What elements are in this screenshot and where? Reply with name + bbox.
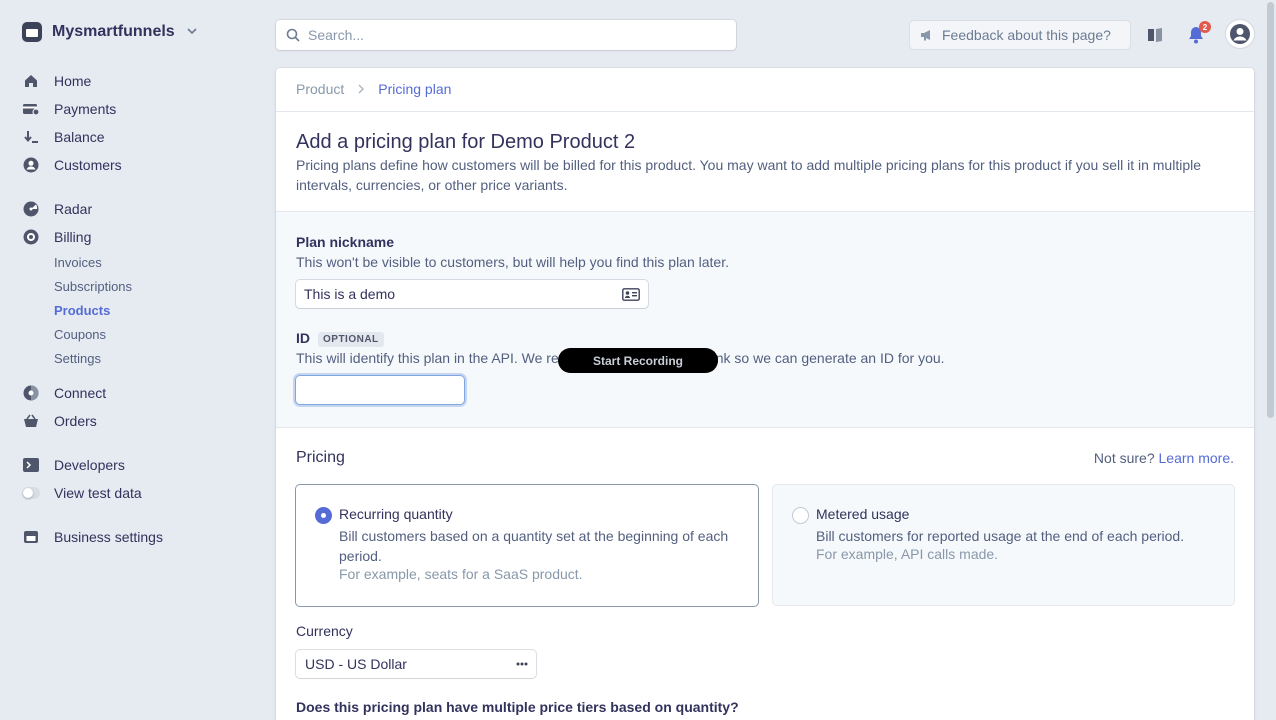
sidebar-item-label: Connect	[54, 385, 107, 401]
pricing-heading: Pricing	[296, 449, 345, 466]
sidebar-item-label: Orders	[54, 413, 97, 429]
user-avatar-icon[interactable]	[1226, 20, 1254, 48]
id-help-start: This will identify this plan in the API.…	[296, 350, 559, 366]
nickname-field[interactable]	[296, 280, 648, 308]
currency-value: USD - US Dollar	[305, 656, 407, 672]
test-data-toggle[interactable]: View test data	[22, 483, 142, 503]
sidebar-item-label: Billing	[54, 229, 92, 245]
nickname-help: This won't be visible to customers, but …	[296, 254, 729, 270]
store-icon	[22, 528, 40, 546]
tiers-question: Does this pricing plan have multiple pri…	[296, 699, 739, 715]
billing-icon	[22, 228, 40, 246]
sidebar-item-home[interactable]: Home	[22, 71, 91, 91]
option-title: Recurring quantity	[339, 506, 453, 522]
breadcrumb-pricing-plan[interactable]: Pricing plan	[378, 81, 451, 97]
sidebar-item-payments[interactable]: Payments	[22, 99, 116, 119]
feedback-label: Feedback about this page?	[942, 27, 1111, 43]
chevron-right-icon	[358, 81, 365, 97]
option-description: Bill customers based on a quantity set a…	[339, 528, 729, 564]
sidebar-subitem-products[interactable]: Products	[54, 302, 110, 320]
ellipsis-icon	[516, 662, 528, 666]
contact-card-icon	[622, 287, 640, 301]
sidebar-item-label: View test data	[54, 485, 142, 501]
sidebar-item-billing[interactable]: Billing	[22, 227, 91, 247]
notification-badge: 2	[1199, 21, 1211, 33]
feedback-button[interactable]: Feedback about this page?	[910, 21, 1130, 49]
account-name: Mysmartfunnels	[52, 23, 175, 40]
metered-usage-option[interactable]: Metered usage Bill customers for reporte…	[773, 485, 1234, 605]
toggle-switch[interactable]	[22, 484, 40, 502]
sidebar-item-label: Business settings	[54, 529, 163, 545]
payments-icon	[22, 100, 40, 118]
main-panel: Product Pricing plan Add a pricing plan …	[276, 68, 1254, 720]
notifications-bell-icon[interactable]: 2	[1185, 21, 1211, 46]
start-recording-label: Start Recording	[592, 353, 683, 368]
sidebar-subitem-invoices[interactable]: Invoices	[54, 254, 102, 272]
sidebar-item-orders[interactable]: Orders	[22, 411, 97, 431]
divider	[276, 427, 1254, 428]
nickname-label: Plan nickname	[296, 234, 395, 250]
sidebar-item-label: Home	[54, 73, 92, 89]
learn-more-link[interactable]: Learn more.	[1159, 450, 1234, 466]
divider	[276, 111, 1254, 112]
nickname-input[interactable]	[304, 286, 622, 302]
start-recording-button[interactable]: Start Recording	[558, 348, 718, 373]
currency-label: Currency	[296, 623, 353, 639]
sidebar-item-label: Developers	[54, 457, 125, 473]
search-bar[interactable]	[276, 20, 736, 50]
scrollbar-thumb[interactable]	[1267, 2, 1274, 418]
id-label: ID OPTIONAL	[296, 330, 384, 347]
store-icon	[22, 22, 42, 42]
sidebar-item-customers[interactable]: Customers	[22, 155, 122, 175]
sidebar-item-business-settings[interactable]: Business settings	[22, 527, 163, 547]
not-sure-text: Not sure? Learn more.	[1094, 450, 1234, 466]
sidebar-item-balance[interactable]: Balance	[22, 127, 105, 147]
option-example: For example, API calls made.	[816, 546, 999, 562]
orders-icon	[22, 412, 40, 430]
breadcrumb: Product Pricing plan	[296, 81, 451, 97]
option-title: Metered usage	[816, 506, 910, 522]
radio-metered-usage[interactable]	[793, 508, 808, 523]
home-icon	[22, 72, 40, 90]
recurring-quantity-option[interactable]: Recurring quantity Bill customers based …	[296, 485, 758, 606]
connect-icon	[22, 384, 40, 402]
page-description: Pricing plans define how customers will …	[296, 157, 1202, 193]
megaphone-icon	[920, 29, 934, 41]
sidebar-item-connect[interactable]: Connect	[22, 383, 106, 403]
sidebar-subitem-settings[interactable]: Settings	[54, 350, 101, 368]
id-help-end: nk so we can generate an ID for you.	[715, 350, 945, 366]
sidebar-subitem-coupons[interactable]: Coupons	[54, 326, 106, 344]
not-sure-label: Not sure?	[1093, 450, 1155, 466]
sidebar-subitem-subscriptions[interactable]: Subscriptions	[54, 278, 132, 296]
currency-select[interactable]: USD - US Dollar	[296, 650, 536, 678]
sidebar-item-radar[interactable]: Radar	[22, 199, 92, 219]
id-label-text: ID	[296, 330, 310, 346]
account-switcher[interactable]: Mysmartfunnels	[22, 22, 197, 42]
radar-icon	[22, 200, 40, 218]
id-field[interactable]	[296, 376, 464, 404]
optional-badge: OPTIONAL	[318, 332, 384, 347]
divider	[276, 211, 1254, 212]
sidebar: Mysmartfunnels Home Payments Balance Cus…	[0, 0, 270, 720]
terminal-icon	[22, 456, 40, 474]
page-title: Add a pricing plan for Demo Product 2	[296, 131, 636, 153]
breadcrumb-product[interactable]: Product	[296, 81, 344, 97]
option-example: For example, seats for a SaaS product.	[339, 566, 583, 582]
sidebar-item-label: Payments	[54, 101, 117, 117]
plan-details-section: Plan nickname This won't be visible to c…	[276, 211, 1254, 428]
balance-icon	[22, 128, 40, 146]
search-icon	[286, 28, 300, 42]
option-description: Bill customers for reported usage at the…	[816, 528, 1185, 544]
sidebar-item-label: Customers	[54, 157, 122, 173]
chevron-down-icon	[187, 26, 197, 38]
sidebar-item-label: Radar	[54, 201, 93, 217]
customer-icon	[22, 156, 40, 174]
radio-recurring-quantity[interactable]	[316, 508, 331, 523]
sidebar-item-label: Balance	[54, 129, 105, 145]
docs-book-icon[interactable]	[1144, 24, 1166, 46]
search-input[interactable]	[308, 27, 708, 43]
page-scrollbar[interactable]	[1264, 0, 1276, 720]
sidebar-item-developers[interactable]: Developers	[22, 455, 125, 475]
id-input[interactable]	[304, 382, 456, 398]
